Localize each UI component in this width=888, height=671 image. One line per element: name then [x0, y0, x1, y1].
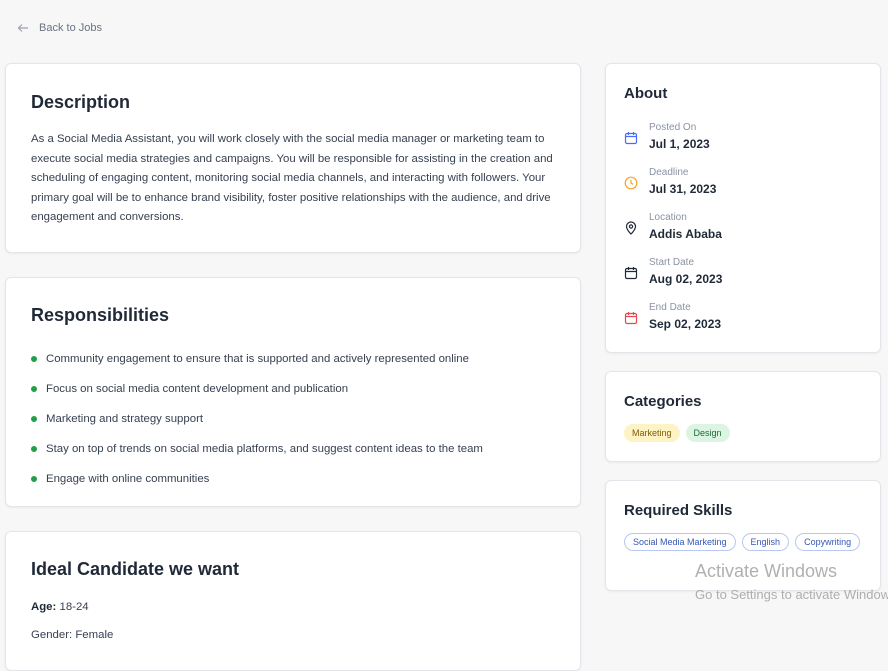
- back-label: Back to Jobs: [39, 22, 102, 34]
- about-label: Deadline: [649, 167, 689, 178]
- about-label: Posted On: [649, 122, 697, 133]
- about-card: About Posted On Jul 1, 2023 Deadline Jul 3…: [605, 63, 881, 353]
- skill-tag: Copywriting: [795, 533, 861, 551]
- gender-line: Gender: Female: [31, 629, 114, 641]
- bullet-icon: [31, 476, 37, 482]
- about-value: Jul 31, 2023: [649, 182, 717, 196]
- calendar-icon: [624, 267, 638, 280]
- bullet-icon: [31, 416, 37, 422]
- required-skills-title: Required Skills: [624, 502, 733, 519]
- about-value: Addis Ababa: [649, 227, 722, 241]
- categories-list: Marketing Design: [624, 424, 864, 442]
- responsibility-text: Marketing and strategy support: [46, 413, 204, 425]
- age-label: Age:: [31, 601, 57, 613]
- responsibility-text: Stay on top of trends on social media pl…: [46, 443, 483, 455]
- categories-title: Categories: [624, 393, 702, 410]
- description-text: As a Social Media Assistant, you will wo…: [31, 133, 553, 223]
- list-item: Community engagement to ensure that is s…: [31, 344, 483, 374]
- about-end-date: End Date Sep 02, 2023: [624, 302, 721, 331]
- age-line: Age: 18-24: [31, 601, 89, 613]
- about-deadline: Deadline Jul 31, 2023: [624, 167, 716, 196]
- responsibilities-title: Responsibilities: [31, 305, 170, 325]
- list-item: Engage with online communities: [31, 464, 483, 494]
- required-skills-card: Required Skills Social Media Marketing E…: [605, 480, 881, 591]
- about-title: About: [624, 85, 668, 102]
- age-value: 18-24: [59, 601, 89, 613]
- bullet-icon: [31, 356, 37, 362]
- categories-card: Categories Marketing Design: [605, 371, 881, 462]
- list-item: Marketing and strategy support: [31, 404, 483, 434]
- description-card: Description As a Social Media Assistant,…: [5, 63, 581, 253]
- calendar-icon: [624, 312, 638, 325]
- list-item: Stay on top of trends on social media pl…: [31, 434, 483, 464]
- about-label: Start Date: [649, 257, 695, 268]
- description-title: Description: [31, 92, 131, 112]
- about-value: Sep 02, 2023: [649, 317, 722, 331]
- bullet-icon: [31, 446, 37, 452]
- arrow-left-icon: [17, 24, 28, 32]
- ideal-candidate-card: Ideal Candidate we want Age: 18-24 Gende…: [5, 531, 581, 671]
- category-tag-marketing: Marketing: [624, 424, 680, 442]
- about-posted-on: Posted On Jul 1, 2023: [624, 122, 710, 151]
- category-tag-design: Design: [685, 424, 730, 442]
- back-to-jobs-link[interactable]: Back to Jobs: [17, 22, 102, 34]
- skill-tag: English: [741, 533, 790, 551]
- responsibility-text: Focus on social media content developmen…: [46, 383, 349, 395]
- list-item: Focus on social media content developmen…: [31, 374, 483, 404]
- bullet-icon: [31, 386, 37, 392]
- about-value: Aug 02, 2023: [649, 272, 723, 286]
- responsibilities-list: Community engagement to ensure that is s…: [31, 344, 483, 494]
- calendar-icon: [624, 132, 638, 145]
- about-value: Jul 1, 2023: [649, 137, 710, 151]
- responsibility-text: Engage with online communities: [46, 473, 210, 485]
- about-location: Location Addis Ababa: [624, 212, 722, 241]
- skill-tag: Social Media Marketing: [624, 533, 736, 551]
- ideal-candidate-title: Ideal Candidate we want: [31, 559, 240, 579]
- responsibility-text: Community engagement to ensure that is s…: [46, 353, 469, 365]
- about-label: Location: [649, 212, 687, 223]
- about-start-date: Start Date Aug 02, 2023: [624, 257, 722, 286]
- responsibilities-card: Responsibilities Community engagement to…: [5, 277, 581, 507]
- location-pin-icon: [625, 221, 637, 235]
- about-label: End Date: [649, 302, 691, 313]
- skills-list: Social Media Marketing English Copywriti…: [624, 533, 864, 551]
- clock-icon: [624, 176, 638, 190]
